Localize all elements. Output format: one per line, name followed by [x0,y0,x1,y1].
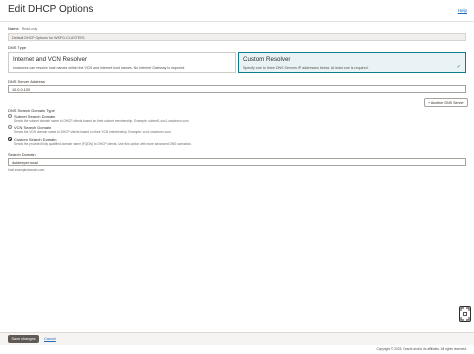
zoom-fit-icon[interactable] [459,306,471,322]
dns-type-label: DNS Type [8,45,27,50]
radio-vcn-search-domain[interactable] [8,125,12,129]
dns-server-input[interactable]: 10.0.0.100 [8,85,466,93]
footer-bar [0,332,474,345]
read-only-tag: Read-only [21,27,38,31]
name-label: Name Read-only [8,26,37,31]
radio-description-vcn-search-domain: Sends the VCN domain name to DHCP client… [14,130,171,134]
dns-type-option-custom-resolver[interactable]: Custom Resolver Specify one to three DNS… [238,52,466,73]
dns-server-label: DNS Server Address [8,79,45,84]
zoom-fit-icon-graphic [460,307,470,321]
radio-subnet-search-domain[interactable] [8,114,12,118]
page-title: Edit DHCP Options [8,4,94,15]
name-label-text: Name [8,26,19,31]
add-dns-server-button[interactable]: + Another DNS Server [424,98,468,107]
dns-type-option-title: Custom Resolver [243,56,291,63]
radio-description-subnet-search-domain: Sends the subnet domain name to DHCP cli… [14,119,189,123]
dns-type-option-description: Specify one to three DNS Servers IP addr… [243,66,369,70]
radio-custom-search-domain[interactable] [8,137,12,141]
page-header: Edit DHCP Options Help [0,0,474,22]
help-link[interactable]: Help [458,8,467,13]
copyright-text: Copyright © 2023, Oracle and/or its affi… [376,347,467,351]
search-domain-type-label: DNS Search Domain Type [8,108,55,113]
search-domain-input[interactable]: dotdeeper.local [8,158,466,166]
check-icon: ✓ [456,64,461,70]
save-changes-button[interactable]: Save changes [8,335,39,343]
dns-type-option-title: Internet and VCN Resolver [13,56,87,63]
cancel-link[interactable]: Cancel [44,337,56,341]
search-domain-hint: host.exampledomain.com [8,168,45,172]
radio-description-custom-search-domain: Sends the provided fully qualified domai… [14,142,192,146]
dns-type-option-description: Instances can resolve host names within … [13,66,186,70]
name-field: Default DHCP Options for WSFO-CLUSTER1 [8,33,466,41]
search-domain-label: Search Domain [8,152,36,157]
dns-type-option-internet-vcn[interactable]: Internet and VCN Resolver Instances can … [8,52,236,73]
